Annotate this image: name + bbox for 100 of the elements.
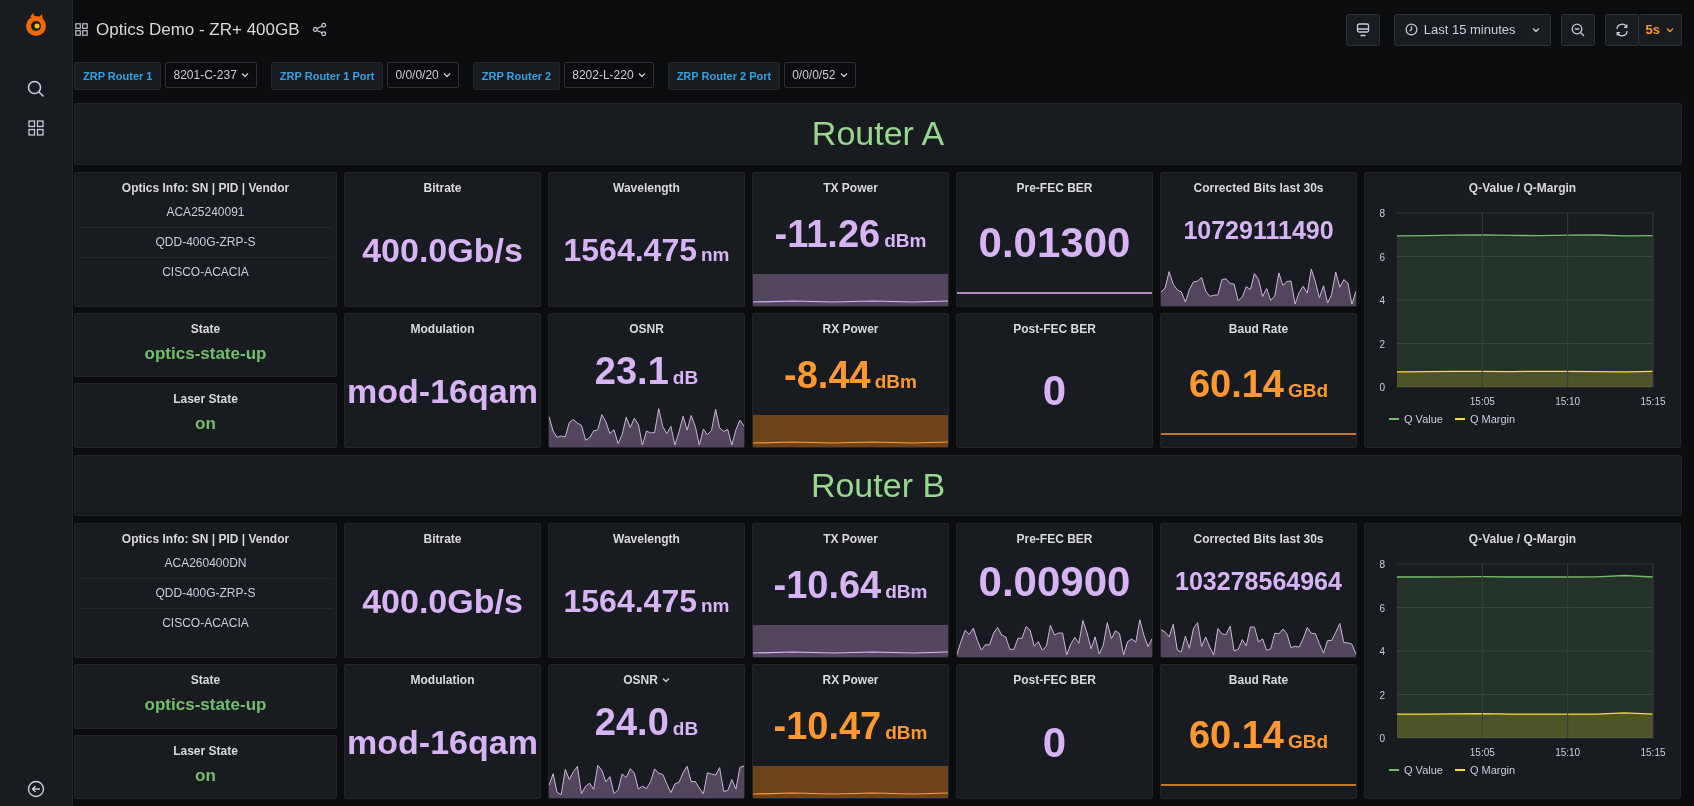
variable-dropdown[interactable]: 8201-C-237 [165, 62, 257, 89]
stat-value: 0.00900 [978, 557, 1131, 606]
stat-value: 400.0Gb/s [362, 582, 523, 621]
dashboard-title[interactable]: Optics Demo - ZR+ 400GB [96, 19, 300, 40]
panel-title: Modulation [410, 673, 475, 687]
variable-dropdown[interactable]: 8202-L-220 [564, 62, 654, 89]
axis-tick-label: 15:05 [1469, 747, 1495, 758]
chevron-down-icon [1531, 26, 1540, 33]
variable-label: ZRP Router 1 Port [270, 62, 384, 91]
legend-label[interactable]: Q Value [1404, 412, 1443, 425]
zoom-out-icon [1570, 22, 1585, 37]
panel-title: Post-FEC BER [1013, 673, 1096, 687]
logo-icon[interactable] [24, 12, 48, 38]
table-cell: QDD-400G-ZRP-S [79, 227, 332, 258]
stat-value: -8.44 [784, 353, 871, 397]
panel-title: Q-Value / Q-Margin [1468, 180, 1577, 195]
zoom-out-button[interactable] [1560, 13, 1595, 46]
collapse-icon[interactable] [27, 780, 45, 798]
stat-value: optics-state-up [143, 695, 268, 715]
panel-title: Corrected Bits last 30s [1193, 180, 1324, 195]
axis-tick-label: 15:15 [1640, 395, 1666, 407]
refresh-interval-picker[interactable]: 5s [1638, 13, 1682, 46]
dashboards-icon[interactable] [28, 120, 44, 136]
legend-label[interactable]: Q Value [1404, 764, 1443, 776]
axis-tick-label: 15:10 [1555, 747, 1581, 758]
axis-tick-label: 8 [1379, 559, 1385, 570]
stat-unit: dB [672, 366, 699, 389]
chevron-down-icon [442, 72, 451, 79]
legend-label[interactable]: Q Margin [1469, 412, 1516, 425]
panel-title: RX Power [822, 321, 879, 336]
tv-mode-button[interactable] [1345, 13, 1380, 46]
axis-tick-label: 2 [1379, 338, 1385, 350]
variable-dropdown[interactable]: 0/0/0/52 [784, 62, 856, 89]
chevron-down-icon [839, 72, 848, 79]
panel-title: OSNR [629, 321, 664, 336]
panel-title: TX Power [823, 180, 878, 195]
stat-value: mod-16qam [347, 723, 538, 762]
stat-value: -10.47 [773, 705, 882, 748]
search-icon[interactable] [27, 80, 45, 98]
axis-tick-label: 0 [1379, 733, 1385, 744]
variable-label: ZRP Router 2 [472, 62, 561, 91]
refresh-icon [1614, 22, 1629, 37]
stat-unit: dBm [885, 722, 928, 744]
panel-title: Bitrate [423, 532, 462, 546]
stat-unit: nm [701, 595, 730, 617]
panel-title: Laser State [173, 743, 238, 758]
share-icon[interactable] [311, 22, 327, 38]
variable-label: ZRP Router 2 Port [667, 62, 781, 91]
legend-label[interactable]: Q Margin [1469, 764, 1516, 776]
variable-dropdown[interactable]: 0/0/0/20 [387, 62, 459, 89]
stat-value: optics-state-up [143, 343, 268, 364]
panel-title: RX Power [822, 673, 879, 687]
table-cell: QDD-400G-ZRP-S [79, 579, 332, 609]
panel-title: Pre-FEC BER [1016, 180, 1093, 195]
stat-value: 1564.475 [563, 583, 697, 620]
table-cell-text: CISCO-ACACIA [161, 263, 250, 281]
time-picker[interactable]: Last 15 minutes [1393, 13, 1551, 46]
axis-tick-label: 2 [1379, 689, 1385, 701]
axis-tick-label: 15:10 [1555, 395, 1581, 407]
stat-value: 60.14 [1188, 714, 1284, 757]
variable-label: ZRP Router 1 [74, 62, 162, 91]
stat-unit: GBd [1288, 731, 1329, 753]
panel-title: Corrected Bits last 30s [1193, 532, 1324, 546]
stat-unit: dBm [874, 370, 917, 393]
panel-title: Bitrate [423, 180, 462, 195]
table-cell: ACA260400DN [79, 549, 332, 579]
panel-title: Optics Info: SN | PID | Vendor [121, 532, 290, 546]
stat-value: on [194, 765, 217, 786]
panel-title: Optics Info: SN | PID | Vendor [121, 180, 290, 195]
axis-tick-label: 15:05 [1469, 395, 1495, 407]
stat-unit: GBd [1288, 379, 1329, 402]
axis-tick-label: 0 [1379, 381, 1385, 393]
chevron-down-icon [637, 72, 646, 79]
stat-value: 0 [1042, 718, 1067, 767]
axis-tick-label: 6 [1379, 602, 1385, 614]
axis-tick-label: 15:15 [1640, 747, 1666, 758]
panel-title: Laser State [173, 392, 238, 407]
table-cell: ACA25240091 [79, 197, 332, 228]
stat-unit: nm [701, 243, 730, 266]
table-cell-text: CISCO-ACACIA [161, 615, 250, 632]
panel-title: State [190, 673, 221, 687]
axis-tick-label: 4 [1379, 646, 1385, 657]
stat-value: 10729111490 [1183, 215, 1334, 245]
stat-value: -11.26 [774, 212, 881, 256]
panel-title: Wavelength [613, 180, 680, 195]
stat-value: 24.0 [594, 701, 669, 744]
stat-value: -10.64 [773, 564, 882, 607]
panel-title: Modulation [410, 321, 475, 336]
panel-title: TX Power [823, 532, 878, 546]
stat-unit: dB [672, 718, 699, 740]
clock-icon [1404, 23, 1418, 37]
refresh-button[interactable] [1604, 13, 1639, 46]
stat-value: 0.01300 [978, 219, 1131, 268]
stat-unit: dBm [884, 229, 927, 252]
row-title: Router A [811, 114, 945, 154]
stat-value: mod-16qam [347, 371, 538, 411]
panel-title: Pre-FEC BER [1016, 532, 1093, 546]
stat-unit: dBm [885, 581, 928, 603]
row-title: Router B [810, 465, 946, 505]
stat-value: 1564.475 [563, 231, 697, 269]
